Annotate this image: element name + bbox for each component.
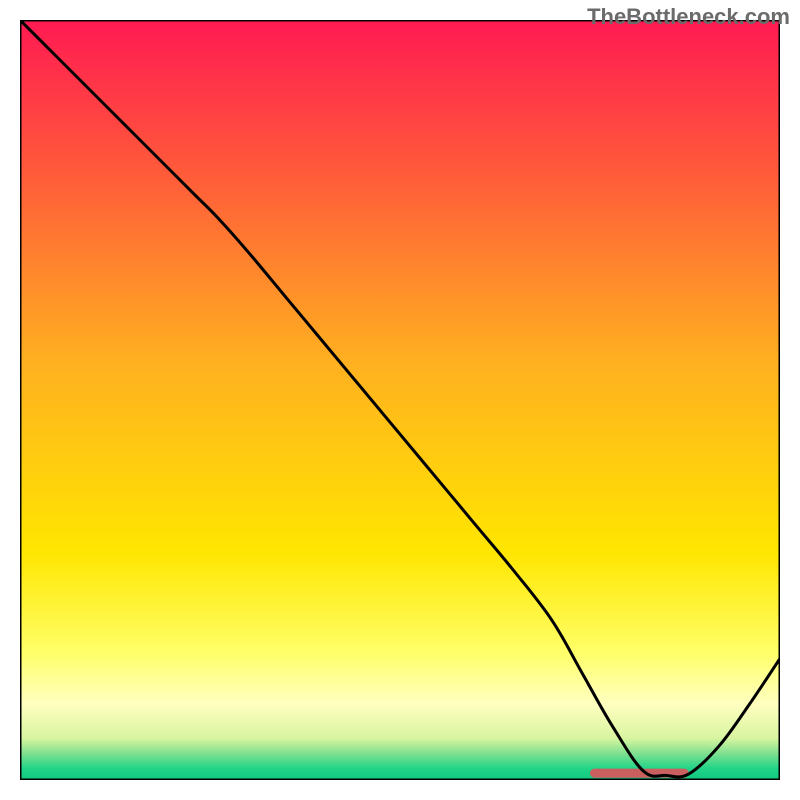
plot-area bbox=[20, 20, 780, 780]
watermark-text: TheBottleneck.com bbox=[587, 4, 790, 30]
chart-svg bbox=[20, 20, 780, 780]
chart-container: TheBottleneck.com bbox=[0, 0, 800, 800]
